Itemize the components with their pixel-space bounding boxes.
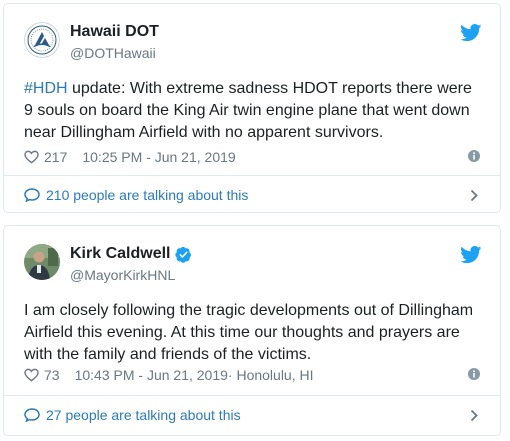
account-handle[interactable]: @MayorKirkHNL: [70, 266, 175, 284]
timestamp[interactable]: 10:43 PM - Jun 21, 2019: [75, 366, 228, 384]
tweet-text: #HDH update: With extreme sadness HDOT r…: [24, 80, 472, 141]
talking-count-text[interactable]: 210 people are talking about this: [46, 186, 248, 204]
conversation-link[interactable]: 27 people are talking about this: [24, 406, 241, 424]
profile-photo-icon[interactable]: [24, 244, 60, 280]
account-name[interactable]: Hawaii DOT: [70, 22, 159, 42]
verified-badge-icon: [175, 246, 192, 263]
account-name[interactable]: Kirk Caldwell: [70, 244, 192, 264]
account-handle[interactable]: @DOTHawaii: [70, 44, 156, 62]
comment-bubble-icon[interactable]: [24, 188, 40, 202]
divider: [4, 175, 500, 176]
info-icon[interactable]: [468, 368, 480, 380]
talking-count-text[interactable]: 27 people are talking about this: [46, 406, 241, 424]
chevron-right-icon[interactable]: [470, 409, 478, 422]
comment-bubble-icon[interactable]: [24, 408, 40, 422]
timestamp[interactable]: 10:25 PM - Jun 21, 2019: [82, 148, 235, 166]
tweet-card[interactable]: Hawaii DOT @DOTHawaii #HDH update: With …: [3, 3, 501, 213]
like-count[interactable]: 217: [44, 148, 67, 166]
tweet-meta: 217 10:25 PM - Jun 21, 2019: [24, 148, 236, 166]
divider: [4, 395, 500, 396]
tweet-meta: 73 10:43 PM - Jun 21, 2019 · Honolulu, H…: [24, 366, 314, 384]
like-count[interactable]: 73: [44, 366, 60, 384]
chevron-right-icon[interactable]: [470, 189, 478, 202]
heart-icon[interactable]: [24, 368, 39, 382]
twitter-bird-icon[interactable]: [460, 246, 482, 264]
account-name-text[interactable]: Hawaii DOT: [70, 22, 159, 42]
location[interactable]: · Honolulu, HI: [228, 366, 314, 384]
conversation-link[interactable]: 210 people are talking about this: [24, 186, 248, 204]
hawaii-dot-logo-icon[interactable]: [24, 22, 60, 58]
hashtag-link[interactable]: #HDH: [24, 80, 68, 97]
tweet-text: I am closely following the tragic develo…: [24, 302, 474, 363]
twitter-bird-icon[interactable]: [460, 24, 482, 42]
tweet-card[interactable]: Kirk Caldwell @MayorKirkHNL I am closely…: [3, 225, 501, 436]
heart-icon[interactable]: [24, 150, 39, 164]
info-icon[interactable]: [468, 150, 480, 162]
account-name-text[interactable]: Kirk Caldwell: [70, 244, 170, 264]
